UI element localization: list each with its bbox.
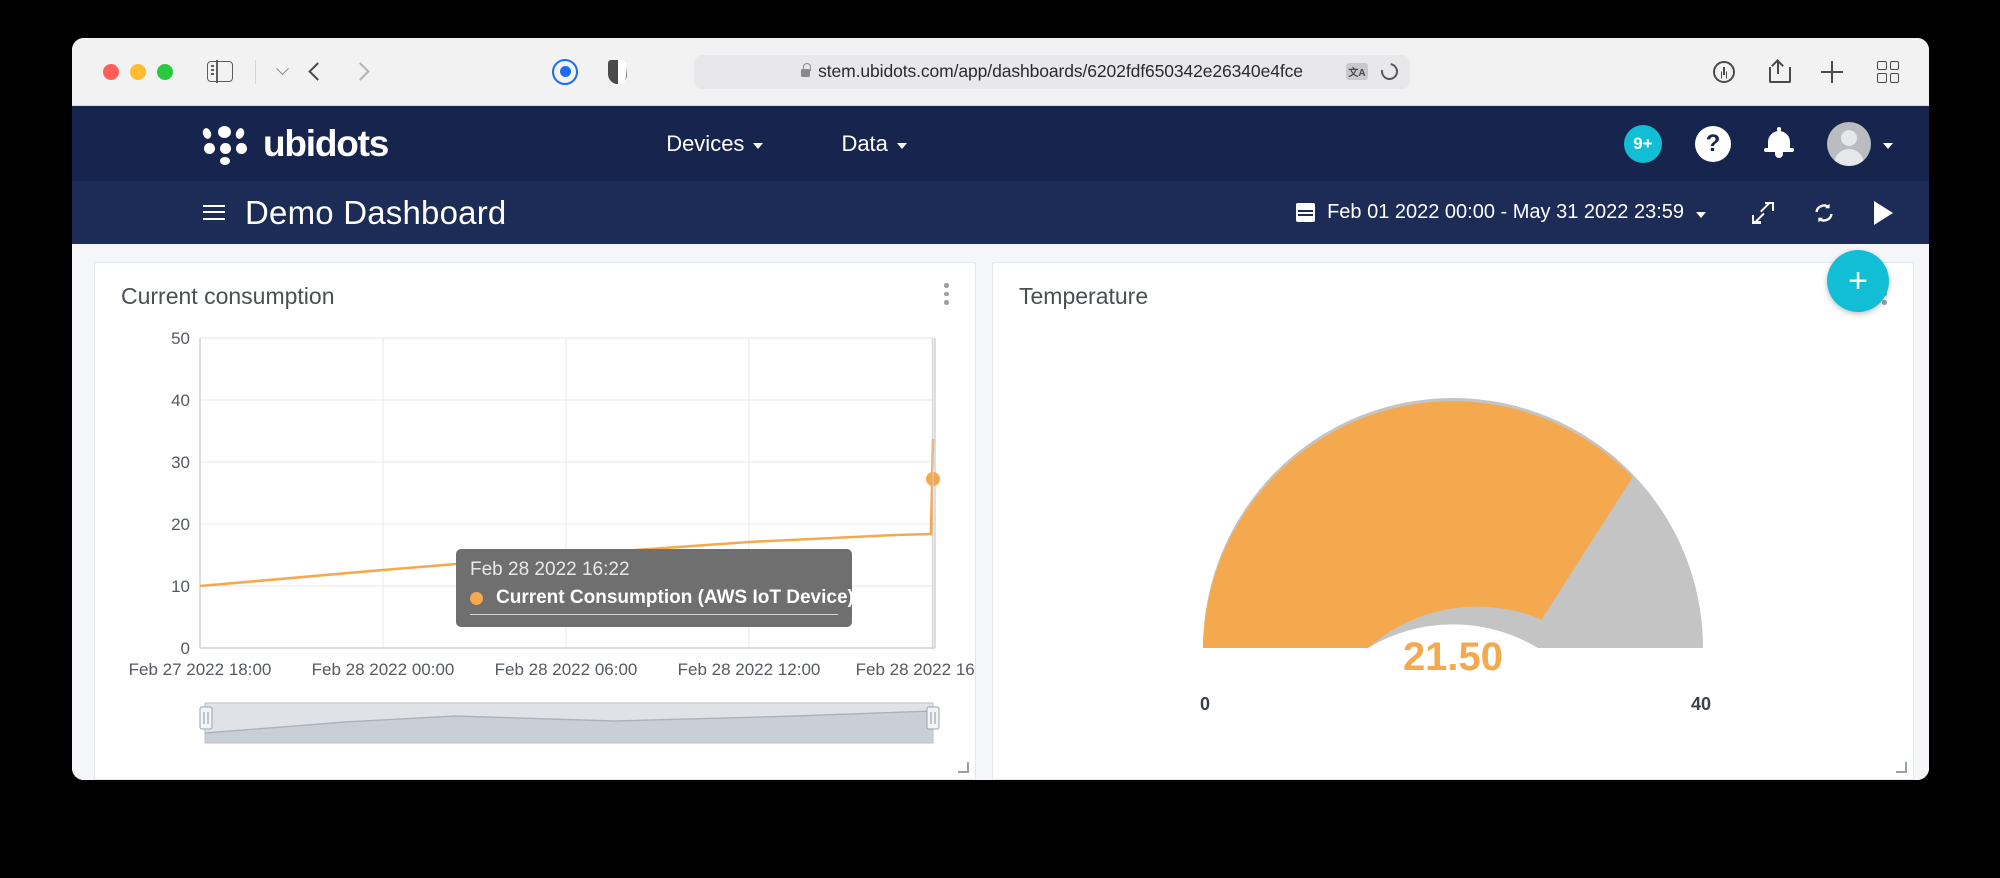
tooltip-series-marker bbox=[470, 591, 483, 605]
address-bar[interactable]: stem.ubidots.com/app/dashboards/6202fdf6… bbox=[694, 54, 1410, 89]
date-range-label: Feb 01 2022 00:00 - May 31 2022 23:59 bbox=[1327, 201, 1684, 223]
app-navbar: ubidots Devices Data 9+ ? bbox=[72, 106, 1929, 181]
page-title: Demo Dashboard bbox=[245, 193, 507, 231]
gauge-svg: 21.50 0 40 bbox=[1200, 398, 1711, 714]
notification-count-badge[interactable]: 9+ bbox=[1624, 124, 1662, 163]
lock-icon bbox=[801, 63, 811, 77]
back-arrow-icon[interactable] bbox=[308, 62, 327, 81]
widget-temperature: Temperature 21.50 0 40 bbox=[992, 262, 1914, 780]
browser-window: stem.ubidots.com/app/dashboards/6202fdf6… bbox=[72, 38, 1929, 780]
url-text: stem.ubidots.com/app/dashboards/6202fdf6… bbox=[818, 61, 1303, 81]
gauge-min-label: 0 bbox=[1200, 694, 1210, 714]
play-icon[interactable] bbox=[1874, 200, 1893, 225]
chart-tooltip: Feb 28 2022 16:22 Current Consumption (A… bbox=[456, 549, 888, 627]
svg-text:Feb 28 2022 12:00: Feb 28 2022 12:00 bbox=[678, 660, 821, 679]
browser-toolbar: stem.ubidots.com/app/dashboards/6202fdf6… bbox=[72, 38, 1929, 106]
chevron-down-icon bbox=[1696, 211, 1706, 218]
add-widget-button[interactable]: + bbox=[1827, 250, 1889, 312]
tooltip-series-label: Current Consumption (AWS IoT Device) bbox=[496, 587, 854, 608]
gauge-max-label: 40 bbox=[1691, 694, 1711, 714]
forward-arrow-icon[interactable] bbox=[351, 62, 370, 81]
refresh-icon[interactable] bbox=[1812, 201, 1836, 225]
nav-item-devices[interactable]: Devices bbox=[666, 130, 764, 157]
user-menu[interactable] bbox=[1827, 121, 1893, 166]
nav-item-data[interactable]: Data bbox=[841, 130, 907, 157]
svg-text:10: 10 bbox=[171, 577, 190, 596]
line-chart-svg: 50 40 30 20 10 0 Feb 27 2022 18:00 Feb 2… bbox=[129, 329, 975, 744]
nav-links: Devices Data bbox=[666, 131, 907, 157]
page-content: ubidots Devices Data 9+ ? Demo Dashboard… bbox=[72, 106, 1929, 780]
navbar-actions: 9+ ? bbox=[1624, 121, 1893, 166]
tab-overview-icon[interactable] bbox=[1877, 60, 1899, 83]
line-chart[interactable]: 50 40 30 20 10 0 Feb 27 2022 18:00 Feb 2… bbox=[95, 318, 975, 779]
ubidots-logo[interactable]: ubidots bbox=[201, 122, 389, 165]
help-icon[interactable]: ? bbox=[1695, 125, 1731, 162]
downloads-icon[interactable] bbox=[1713, 60, 1735, 83]
tooltip-timestamp: Feb 28 2022 16:22 bbox=[470, 559, 630, 580]
kebab-menu-icon[interactable] bbox=[944, 283, 949, 305]
nav-item-devices-label: Devices bbox=[666, 130, 745, 156]
gauge-value: 21.50 bbox=[1403, 635, 1503, 679]
widget-title: Current consumption bbox=[121, 283, 335, 309]
bell-icon[interactable] bbox=[1764, 126, 1794, 161]
svg-text:20: 20 bbox=[171, 515, 190, 534]
widget-title: Temperature bbox=[1019, 283, 1149, 309]
reload-icon[interactable] bbox=[1377, 59, 1402, 84]
window-controls bbox=[103, 63, 173, 80]
tooltip-value: 25 bbox=[866, 587, 888, 608]
toolbar-divider bbox=[255, 59, 256, 84]
svg-text:Feb 28 2022 00:00: Feb 28 2022 00:00 bbox=[312, 660, 455, 679]
maximize-window-button[interactable] bbox=[157, 63, 173, 80]
ubidots-wordmark: ubidots bbox=[263, 122, 389, 164]
fullscreen-icon[interactable] bbox=[1752, 201, 1774, 224]
svg-text:40: 40 bbox=[171, 391, 190, 410]
widget-resize-handle[interactable] bbox=[1895, 761, 1907, 773]
translate-icon[interactable]: 文A bbox=[1346, 63, 1368, 80]
svg-text:30: 30 bbox=[171, 453, 190, 472]
chart-navigator bbox=[199, 702, 940, 744]
hamburger-menu-icon[interactable] bbox=[203, 204, 225, 221]
svg-text:Feb 28 2022 16:22: Feb 28 2022 16:22 bbox=[856, 660, 975, 679]
nav-item-data-label: Data bbox=[841, 130, 888, 156]
chevron-down-icon bbox=[896, 142, 907, 149]
close-window-button[interactable] bbox=[103, 63, 119, 80]
onepassword-extension-icon[interactable] bbox=[552, 58, 578, 85]
svg-text:0: 0 bbox=[181, 639, 190, 658]
svg-text:Feb 27 2022 18:00: Feb 27 2022 18:00 bbox=[129, 660, 272, 679]
svg-text:50: 50 bbox=[171, 329, 190, 348]
date-range-picker[interactable]: Feb 01 2022 00:00 - May 31 2022 23:59 bbox=[1296, 201, 1706, 224]
chevron-down-icon bbox=[753, 142, 764, 149]
share-icon[interactable] bbox=[1769, 59, 1791, 83]
sidebar-icon[interactable] bbox=[207, 60, 233, 83]
titlebar-actions: Feb 01 2022 00:00 - May 31 2022 23:59 bbox=[1296, 200, 1893, 225]
dashboard-titlebar: Demo Dashboard Feb 01 2022 00:00 - May 3… bbox=[72, 181, 1929, 244]
calendar-icon bbox=[1296, 203, 1316, 222]
chevron-down-icon[interactable] bbox=[276, 62, 289, 76]
ubidots-logo-icon bbox=[201, 124, 251, 165]
widget-current-consumption: Current consumption 50 40 30 20 10 0 Feb… bbox=[94, 262, 976, 780]
gauge-chart[interactable]: 21.50 0 40 bbox=[993, 318, 1913, 779]
avatar bbox=[1827, 121, 1871, 166]
privacy-shield-icon[interactable] bbox=[608, 59, 627, 84]
widget-resize-handle[interactable] bbox=[957, 761, 969, 773]
minimize-window-button[interactable] bbox=[130, 63, 146, 80]
new-tab-icon[interactable] bbox=[1821, 60, 1843, 83]
svg-text:Feb 28 2022 06:00: Feb 28 2022 06:00 bbox=[495, 660, 638, 679]
chevron-down-icon bbox=[1883, 142, 1893, 149]
dashboard-body: Current consumption 50 40 30 20 10 0 Feb… bbox=[72, 244, 1929, 780]
